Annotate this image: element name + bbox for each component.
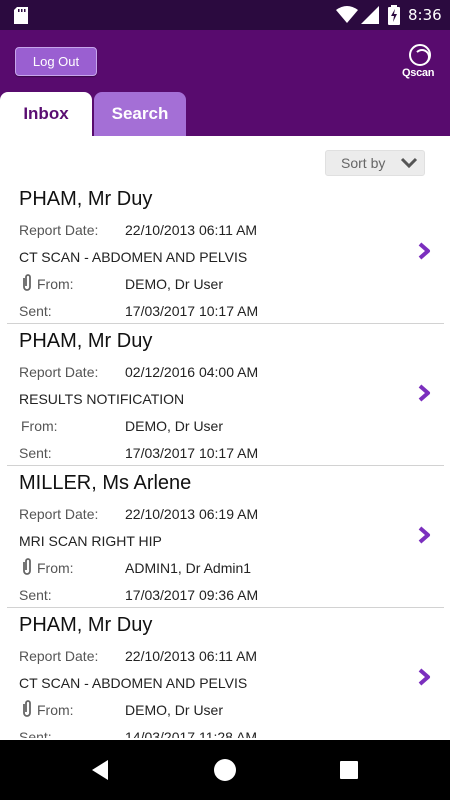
tab-inbox[interactable]: Inbox	[0, 92, 92, 136]
from-value: DEMO, Dr User	[125, 418, 223, 434]
back-icon[interactable]	[90, 759, 110, 781]
report-list-item[interactable]: PHAM, Mr Duy Report Date: 02/12/2016 04:00…	[7, 324, 444, 466]
attachment-icon	[23, 274, 31, 291]
from-value: DEMO, Dr User	[125, 702, 223, 718]
sent-label: Sent:	[19, 303, 52, 319]
from-label: From:	[37, 702, 74, 718]
report-date-value: 22/10/2013 06:11 AM	[125, 222, 258, 238]
patient-name: PHAM, Mr Duy	[19, 614, 153, 636]
sort-by-label: Sort by	[341, 155, 386, 171]
exam-description: CT SCAN - ABDOMEN AND PELVIS	[19, 675, 248, 691]
report-date-value: 22/10/2013 06:19 AM	[125, 506, 259, 522]
sent-value: 17/03/2017 09:36 AM	[125, 587, 259, 603]
from-label: From:	[37, 560, 74, 576]
chevron-right-icon[interactable]	[417, 384, 431, 402]
chevron-right-icon[interactable]	[417, 242, 431, 260]
from-label: From:	[37, 276, 74, 292]
app-header: Log Out Qscan Inbox Search	[0, 30, 450, 136]
wifi-icon	[336, 6, 358, 23]
report-list-item[interactable]: PHAM, Mr Duy Report Date: 22/10/2013 06:11…	[7, 182, 444, 324]
patient-name: PHAM, Mr Duy	[19, 188, 153, 210]
logout-button[interactable]: Log Out	[15, 47, 97, 76]
sent-label: Sent:	[19, 729, 52, 738]
patient-name: MILLER, Ms Arlene	[19, 472, 192, 494]
report-date-value: 02/12/2016 04:00 AM	[125, 364, 259, 380]
report-date-value: 22/10/2013 06:11 AM	[125, 648, 258, 664]
from-value: ADMIN1, Dr Admin1	[125, 560, 252, 576]
status-bar: 8:36	[0, 0, 450, 30]
chevron-right-icon[interactable]	[417, 668, 431, 686]
chevron-down-icon	[400, 157, 418, 169]
exam-description: CT SCAN - ABDOMEN AND PELVIS	[19, 249, 248, 265]
signal-icon	[361, 6, 379, 24]
report-date-label: Report Date:	[19, 222, 99, 238]
report-date-label: Report Date:	[19, 364, 99, 380]
sent-value: 17/03/2017 10:17 AM	[125, 303, 259, 319]
attachment-icon	[23, 558, 31, 575]
exam-description: MRI SCAN RIGHT HIP	[19, 533, 162, 549]
patient-name: PHAM, Mr Duy	[19, 330, 153, 352]
tab-search[interactable]: Search	[94, 92, 186, 136]
from-value: DEMO, Dr User	[125, 276, 223, 292]
report-date-label: Report Date:	[19, 506, 99, 522]
sent-label: Sent:	[19, 445, 52, 461]
qscan-logo: Qscan	[398, 42, 438, 86]
logo-mark-icon	[409, 44, 431, 66]
sent-label: Sent:	[19, 587, 52, 603]
sort-by-dropdown[interactable]: Sort by	[325, 150, 425, 176]
sd-card-icon	[14, 7, 28, 24]
report-date-label: Report Date:	[19, 648, 99, 664]
from-label: From:	[21, 418, 58, 434]
navigation-bar	[0, 740, 450, 800]
sent-value: 17/03/2017 10:17 AM	[125, 445, 259, 461]
clock-time: 8:36	[408, 6, 442, 24]
report-list-item[interactable]: MILLER, Ms Arlene Report Date: 22/10/2013 …	[7, 466, 444, 608]
chevron-right-icon[interactable]	[417, 526, 431, 544]
sent-value: 14/03/2017 11:28 AM	[125, 729, 258, 738]
report-list: PHAM, Mr Duy Report Date: 22/10/2013 06:11…	[0, 182, 450, 738]
report-list-item[interactable]: PHAM, Mr Duy Report Date: 22/10/2013 06:11…	[7, 608, 444, 738]
battery-charging-icon	[388, 5, 400, 25]
attachment-icon	[23, 700, 31, 717]
home-icon[interactable]	[214, 759, 236, 781]
recent-apps-icon[interactable]	[340, 761, 358, 779]
exam-description: RESULTS NOTIFICATION	[19, 391, 185, 407]
logo-text: Qscan	[402, 67, 435, 79]
